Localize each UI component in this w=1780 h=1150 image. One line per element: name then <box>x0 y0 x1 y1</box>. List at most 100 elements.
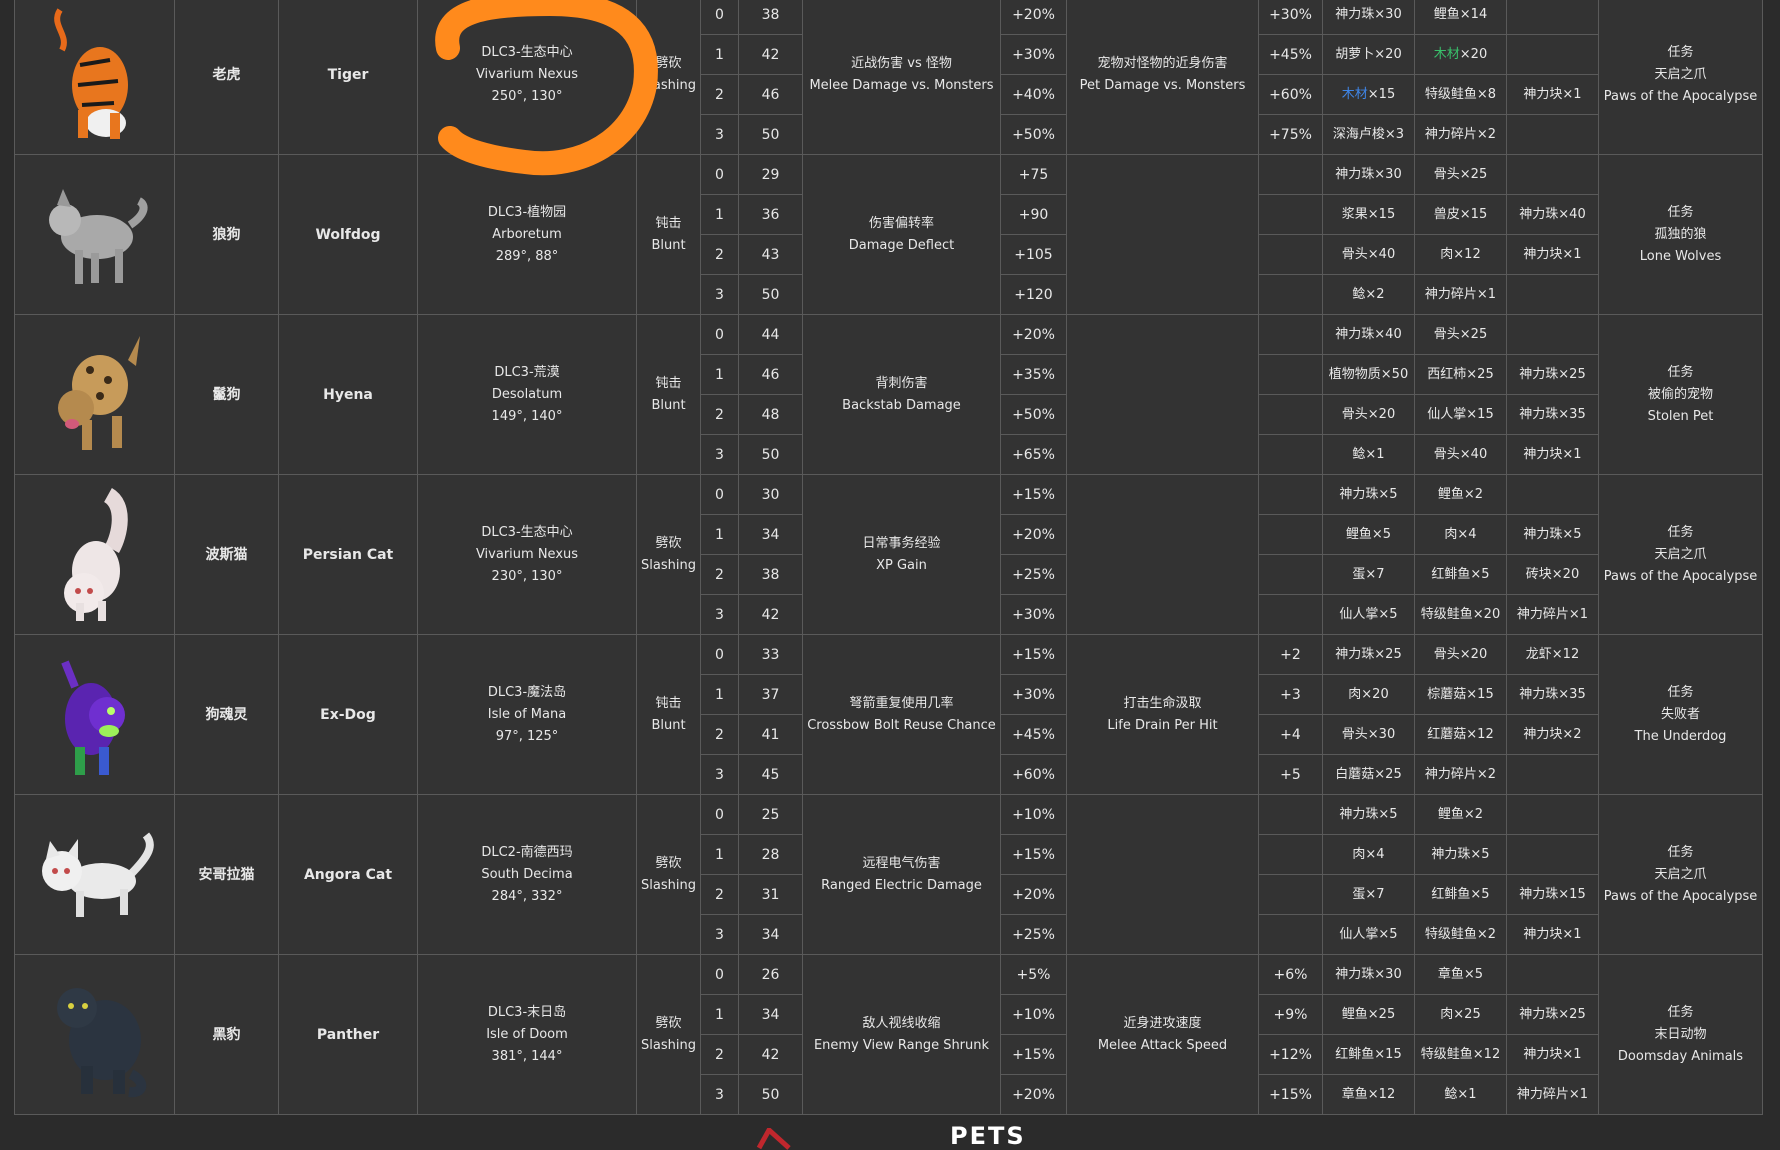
location-cell-line: 289°, 88° <box>495 248 559 264</box>
location-cell-line: South Decima <box>481 866 573 882</box>
level-cell: 2 <box>700 1034 739 1075</box>
damage-type-cell-line: 劈砍 <box>655 1015 682 1031</box>
skill1-name-cell-line: 敌人视线收缩 <box>862 1015 941 1031</box>
food-cell: 神力珠×5 <box>1322 474 1415 515</box>
skill2-value-cell: +3 <box>1258 674 1323 715</box>
location-cell-line: DLC3-魔法岛 <box>487 684 567 700</box>
food-cell: 仙人掌×5 <box>1322 914 1415 955</box>
skill2-name-cell: 宠物对怪物的近身伤害 Pet Damage vs. Monsters <box>1066 0 1259 155</box>
tiger-image <box>14 0 175 155</box>
level-cell: 3 <box>700 1074 739 1115</box>
food-cell: 神力块×1 <box>1506 1034 1599 1075</box>
level-cell: 3 <box>700 594 739 635</box>
ex-dog-image <box>14 634 175 795</box>
food-cell: 神力块×1 <box>1506 234 1599 275</box>
location-cell-line: DLC3-生态中心 <box>481 44 573 60</box>
food-cell: 龙虾×12 <box>1506 634 1599 675</box>
damage-type-cell-line: 劈砍 <box>655 855 682 871</box>
food-cell: 深海卢梭×3 <box>1322 114 1415 155</box>
base-stat-cell: 50 <box>738 274 803 315</box>
pet-name-en: Wolfdog <box>278 154 418 315</box>
skill1-name-cell-line: Backstab Damage <box>842 397 961 413</box>
quest-cell-line: 末日动物 <box>1654 1026 1707 1042</box>
skill2-name-cell: 打击生命汲取 Life Drain Per Hit <box>1066 634 1259 795</box>
damage-type-cell-line: Blunt <box>651 717 686 733</box>
damage-type-cell-line: 劈砍 <box>655 535 682 551</box>
location-cell-line: 97°, 125° <box>495 728 559 744</box>
food-cell: 骨头×20 <box>1322 394 1415 435</box>
skill1-value-cell: +20% <box>1000 514 1067 555</box>
food-cell: 神力珠×25 <box>1506 354 1599 395</box>
level-cell: 0 <box>700 474 739 515</box>
skill2-name-cell <box>1066 154 1259 315</box>
food-cell: 红鲱鱼×5 <box>1414 554 1507 595</box>
location-cell: DLC3-植物园 Arboretum 289°, 88° <box>417 154 637 315</box>
location-cell-line: 149°, 140° <box>491 408 563 424</box>
skill1-value-cell: +30% <box>1000 34 1067 75</box>
base-stat-cell: 38 <box>738 0 803 35</box>
damage-type-cell: 钝击 Blunt <box>636 314 701 475</box>
highlighted-word: 木材 <box>1341 86 1368 102</box>
base-stat-cell: 37 <box>738 674 803 715</box>
damage-type-cell: 钝击 Blunt <box>636 154 701 315</box>
food-cell: 肉×4 <box>1414 514 1507 555</box>
food-cell: 植物物质×50 <box>1322 354 1415 395</box>
persian-cat-image <box>14 474 175 635</box>
skill2-value-cell <box>1258 154 1323 195</box>
food-cell: 鲤鱼×5 <box>1322 514 1415 555</box>
quest-cell-line: Stolen Pet <box>1647 408 1714 424</box>
food-cell: 红蘑菇×12 <box>1414 714 1507 755</box>
location-cell-line: 250°, 130° <box>491 88 563 104</box>
skill2-name-cell-line: 宠物对怪物的近身伤害 <box>1097 55 1228 71</box>
skill1-name-cell: 敌人视线收缩 Enemy View Range Shrunk <box>802 954 1001 1115</box>
skill2-value-cell <box>1258 594 1323 635</box>
food-cell <box>1506 794 1599 835</box>
level-cell: 0 <box>700 634 739 675</box>
skill2-value-cell <box>1258 474 1323 515</box>
food-cell: 神力珠×25 <box>1322 634 1415 675</box>
skill2-value-cell <box>1258 554 1323 595</box>
damage-type-cell: 钝击 Blunt <box>636 634 701 795</box>
quest-cell-line: 任务 <box>1667 44 1694 60</box>
food-cell: 肉×12 <box>1414 234 1507 275</box>
food-cell <box>1506 314 1599 355</box>
table-row: 鬣狗 Hyena DLC3-荒漠 Desolatum 149°, 140° 钝击 Blunt… <box>14 314 1763 475</box>
damage-type-cell-line: Slashing <box>641 77 696 93</box>
skill2-value-cell <box>1258 394 1323 435</box>
skill1-value-cell: +15% <box>1000 474 1067 515</box>
damage-type-cell: 劈砍 Slashing <box>636 0 701 155</box>
location-cell-line: Isle of Mana <box>487 706 567 722</box>
quest-cell-line: 天启之爪 <box>1654 546 1707 562</box>
food-cell: 鲶×1 <box>1322 434 1415 475</box>
quest-cell-line: 被偷的宠物 <box>1647 386 1713 402</box>
food-cell: 神力碎片×2 <box>1414 754 1507 795</box>
skill1-value-cell: +45% <box>1000 714 1067 755</box>
skill1-value-cell: +10% <box>1000 994 1067 1035</box>
base-stat-cell: 30 <box>738 474 803 515</box>
damage-type-cell-line: Slashing <box>641 557 696 573</box>
damage-type-cell: 劈砍 Slashing <box>636 954 701 1115</box>
base-stat-cell: 43 <box>738 234 803 275</box>
skill2-value-cell: +4 <box>1258 714 1323 755</box>
table-row: 波斯猫 Persian Cat DLC3-生态中心 Vivarium Nexus 230… <box>14 474 1763 635</box>
food-cell: 特级鲑鱼×2 <box>1414 914 1507 955</box>
base-stat-cell: 25 <box>738 794 803 835</box>
skill1-name-cell-line: 背刺伤害 <box>875 375 928 391</box>
table-row: 黑豹 Panther DLC3-末日岛 Isle of Doom 381°, 144° 劈… <box>14 954 1763 1115</box>
skill1-value-cell: +40% <box>1000 74 1067 115</box>
location-cell: DLC2-南德西玛 South Decima 284°, 332° <box>417 794 637 955</box>
quest-cell-line: Doomsday Animals <box>1617 1048 1744 1064</box>
base-stat-cell: 45 <box>738 754 803 795</box>
pet-name-en: Angora Cat <box>278 794 418 955</box>
skill1-value-cell: +50% <box>1000 114 1067 155</box>
food-cell: 神力碎片×1 <box>1506 1074 1599 1115</box>
level-cell: 0 <box>700 314 739 355</box>
damage-type-cell-line: 钝击 <box>655 695 682 711</box>
food-cell: 骨头×40 <box>1414 434 1507 475</box>
food-cell: 神力珠×30 <box>1322 154 1415 195</box>
pet-name-cn: 狼狗 <box>174 154 279 315</box>
food-cell: 特级鲑鱼×20 <box>1414 594 1507 635</box>
skill1-value-cell: +20% <box>1000 874 1067 915</box>
base-stat-cell: 50 <box>738 114 803 155</box>
quest-cell: 任务 天启之爪 Paws of the Apocalypse <box>1598 794 1763 955</box>
